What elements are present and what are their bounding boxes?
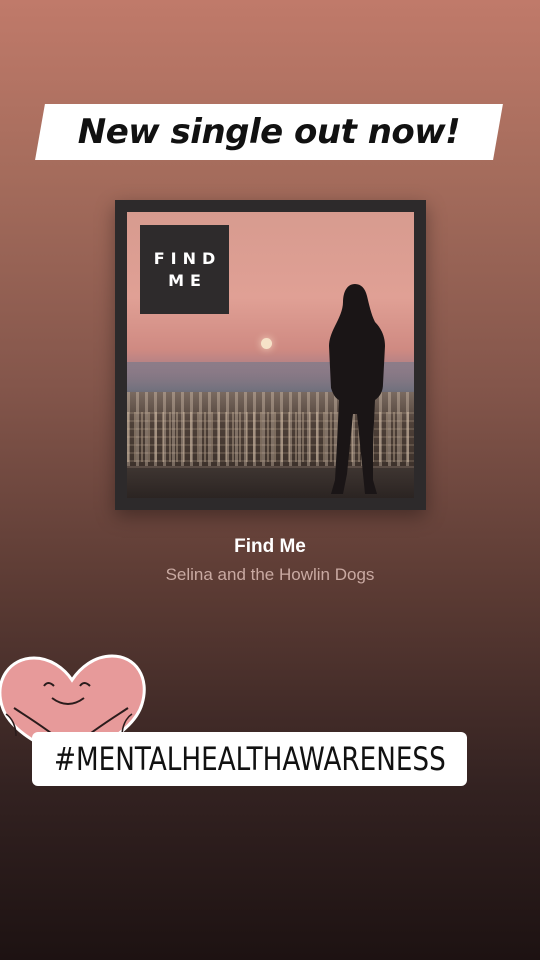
track-title[interactable]: Find Me xyxy=(0,536,540,558)
woman-silhouette xyxy=(329,284,385,494)
album-title-block: FIND ME xyxy=(140,225,229,314)
album-cover[interactable]: FIND ME xyxy=(115,200,426,510)
album-art: FIND ME xyxy=(127,212,414,498)
hashtag-text: #MENTALHEALTHAWARENESS xyxy=(53,740,446,778)
track-artist[interactable]: Selina and the Howlin Dogs xyxy=(0,565,540,585)
hashtag-sticker: #MENTALHEALTHAWARENESS xyxy=(32,732,467,786)
moon xyxy=(261,338,272,349)
headline-text: New single out now! xyxy=(77,112,461,152)
album-title-line1: FIND xyxy=(153,248,222,268)
album-title-line2: ME xyxy=(168,270,207,290)
